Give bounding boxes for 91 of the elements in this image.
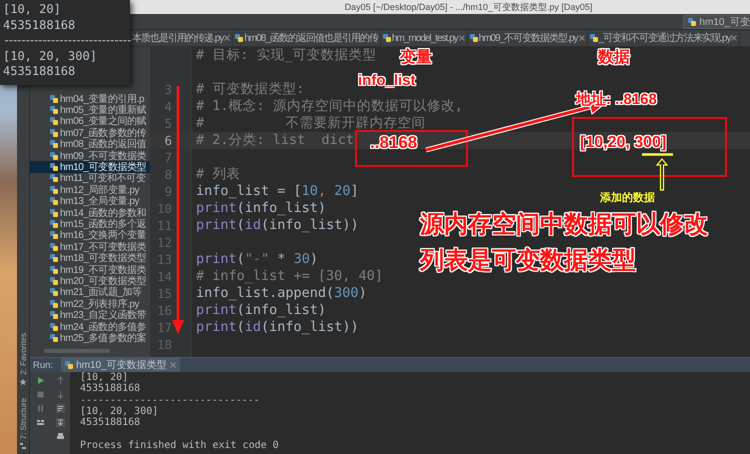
run-tab[interactable]: hm10_可变数据类型 bbox=[61, 358, 180, 372]
code-line: # 1.概念: 源内存空间中的数据可以修改, bbox=[196, 98, 463, 114]
code-line: info_list.append(300) bbox=[196, 285, 367, 301]
code-line: # 2.分类: list dict bbox=[196, 132, 354, 148]
project-file-item[interactable]: hm19_不可变数据类 bbox=[30, 264, 150, 276]
project-file-item[interactable]: hm14_函数的参数和 bbox=[30, 206, 150, 218]
output-line: Process finished with exit code 0 bbox=[80, 440, 280, 452]
output-line: 4535188168 bbox=[3, 18, 76, 33]
run-config-dropdown[interactable]: hm10_可变 bbox=[683, 14, 750, 28]
tool-window-button[interactable]: 2: Favorites bbox=[18, 332, 28, 375]
project-file-item[interactable]: hm10_可变数据类型 bbox=[30, 161, 150, 173]
code-line: print(info_list) bbox=[196, 200, 326, 216]
code-line: print("-" * 30) bbox=[196, 251, 318, 267]
line-number: 6 bbox=[163, 132, 172, 149]
project-file-item[interactable]: hm05_变量的重新赋 bbox=[30, 104, 150, 116]
project-file-item[interactable]: hm09_不可变数据类 bbox=[30, 150, 150, 162]
project-file-item[interactable]: hm13_全局变量.py bbox=[30, 196, 150, 207]
arrow-down-icon[interactable] bbox=[56, 390, 64, 399]
project-file-item[interactable]: hm24_函数的多值参 bbox=[30, 320, 150, 332]
python-file-icon bbox=[235, 34, 244, 42]
close-icon[interactable] bbox=[731, 35, 738, 41]
code-line: # 列表 bbox=[196, 166, 240, 182]
project-file-item[interactable]: hm16_交换两个变量 bbox=[30, 230, 150, 242]
project-file-item[interactable]: hm20_可变数据类型 bbox=[30, 275, 150, 287]
project-file-item[interactable]: hm04_变量的引用.p bbox=[30, 93, 150, 104]
project-file-item[interactable]: hm08_函数的返回值 bbox=[30, 138, 150, 150]
editor-tab[interactable]: 本质也是引用的传递.py bbox=[130, 30, 234, 46]
scroll-to-end-icon[interactable] bbox=[56, 418, 64, 427]
annotation-note: 添加的数据 bbox=[600, 192, 655, 204]
editor-tab[interactable]: hm08_函数的返回值也是引用的传 bbox=[233, 30, 381, 46]
python-file-icon bbox=[688, 18, 696, 26]
close-icon[interactable] bbox=[170, 362, 176, 368]
annotation-label: info_list bbox=[358, 73, 416, 90]
editor-tab[interactable]: _可变和不可变通过方法来实现.py bbox=[588, 30, 740, 46]
editor-tab[interactable]: hm09_不可变数据类型.py bbox=[468, 30, 588, 46]
tool-window-button[interactable]: 7: Structure bbox=[18, 398, 28, 439]
project-file-item[interactable]: hm23_自定义函数带 bbox=[30, 309, 150, 321]
run-label: Run: bbox=[33, 360, 54, 370]
annotation-label: 数据 bbox=[598, 49, 630, 67]
project-file-item[interactable]: hm11_可变和不可变 bbox=[30, 172, 150, 184]
close-icon[interactable] bbox=[224, 35, 230, 41]
pause-icon[interactable] bbox=[36, 404, 44, 413]
project-file-item[interactable]: hm18_可变数据类型 bbox=[30, 252, 150, 264]
code-line: info_list = [10, 20] bbox=[196, 183, 359, 199]
output-line: [10, 20] bbox=[80, 372, 130, 384]
print-icon[interactable] bbox=[56, 432, 64, 441]
code-line: # 目标: 实现_可变数据类型 bbox=[196, 47, 377, 63]
run-icon[interactable] bbox=[36, 376, 44, 385]
annotation-text: 源内存空间中数据可以修改 bbox=[420, 212, 708, 238]
arrow-up-icon[interactable] bbox=[56, 376, 64, 385]
annotation-label: [10,20, 300] bbox=[580, 134, 666, 152]
up-arrow bbox=[642, 153, 673, 191]
annotation-text: 列表是可变数据类型 bbox=[420, 248, 636, 274]
project-file-item[interactable]: hm12_局部变量.py bbox=[30, 184, 150, 196]
output-line: [10, 20, 300] bbox=[80, 406, 160, 418]
close-icon[interactable] bbox=[458, 35, 465, 41]
code-line: # 可变数据类型: bbox=[196, 81, 304, 97]
code-line: # 不需要新开辟内存空间 bbox=[196, 115, 426, 131]
project-file-item[interactable]: hm06_变量之间的赋 bbox=[30, 116, 150, 128]
soft-wrap-icon[interactable] bbox=[56, 404, 64, 413]
output-line: ------------------------------ bbox=[80, 394, 261, 406]
project-file-item[interactable]: hm15_函数的多个返 bbox=[30, 218, 150, 230]
output-line: 4535188168 bbox=[80, 383, 142, 395]
output-line: [10, 20] bbox=[3, 2, 62, 18]
window-title: Day05 [~/Desktop/Day05] - .../hm10_可变数据类型.py [Day05] bbox=[344, 0, 592, 14]
annotation-label: 地址: ..8168 bbox=[576, 92, 657, 108]
editor-tab[interactable]: hm_model_test.py bbox=[380, 30, 468, 46]
layout-icon[interactable] bbox=[36, 418, 44, 427]
output-line: ------------------------------ bbox=[3, 33, 130, 48]
python-file-icon bbox=[590, 34, 598, 42]
output-line: 4535188168 bbox=[80, 417, 142, 428]
code-line: print(id(info_list)) bbox=[196, 319, 359, 335]
annotation-label: 变量 bbox=[400, 49, 432, 67]
output-line: 4535188168 bbox=[3, 64, 76, 80]
structure-icon bbox=[19, 442, 27, 450]
project-file-item[interactable]: hm07_函数参数的传 bbox=[30, 127, 150, 139]
star-icon bbox=[19, 378, 27, 386]
code-line: print(id(info_list)) bbox=[196, 217, 359, 233]
output-line: [10, 20, 300] bbox=[3, 48, 98, 64]
close-icon[interactable] bbox=[578, 35, 585, 41]
code-line: # info_list += [30, 40] bbox=[196, 268, 383, 284]
project-file-item[interactable]: hm22_列表排序.py bbox=[30, 298, 150, 310]
python-file-icon bbox=[65, 361, 74, 369]
annotation-label: ..8168 bbox=[370, 134, 418, 153]
stop-icon[interactable] bbox=[36, 390, 44, 399]
code-line: print(info_list) bbox=[196, 302, 326, 318]
project-file-item[interactable]: hm21_面试题_加等 bbox=[30, 286, 150, 298]
project-file-item[interactable]: hm25_多值参数的案 bbox=[30, 332, 150, 344]
project-file-item[interactable]: hm17_不可变数据类 bbox=[30, 241, 150, 252]
python-file-icon bbox=[470, 34, 478, 42]
python-file-icon bbox=[382, 34, 391, 42]
